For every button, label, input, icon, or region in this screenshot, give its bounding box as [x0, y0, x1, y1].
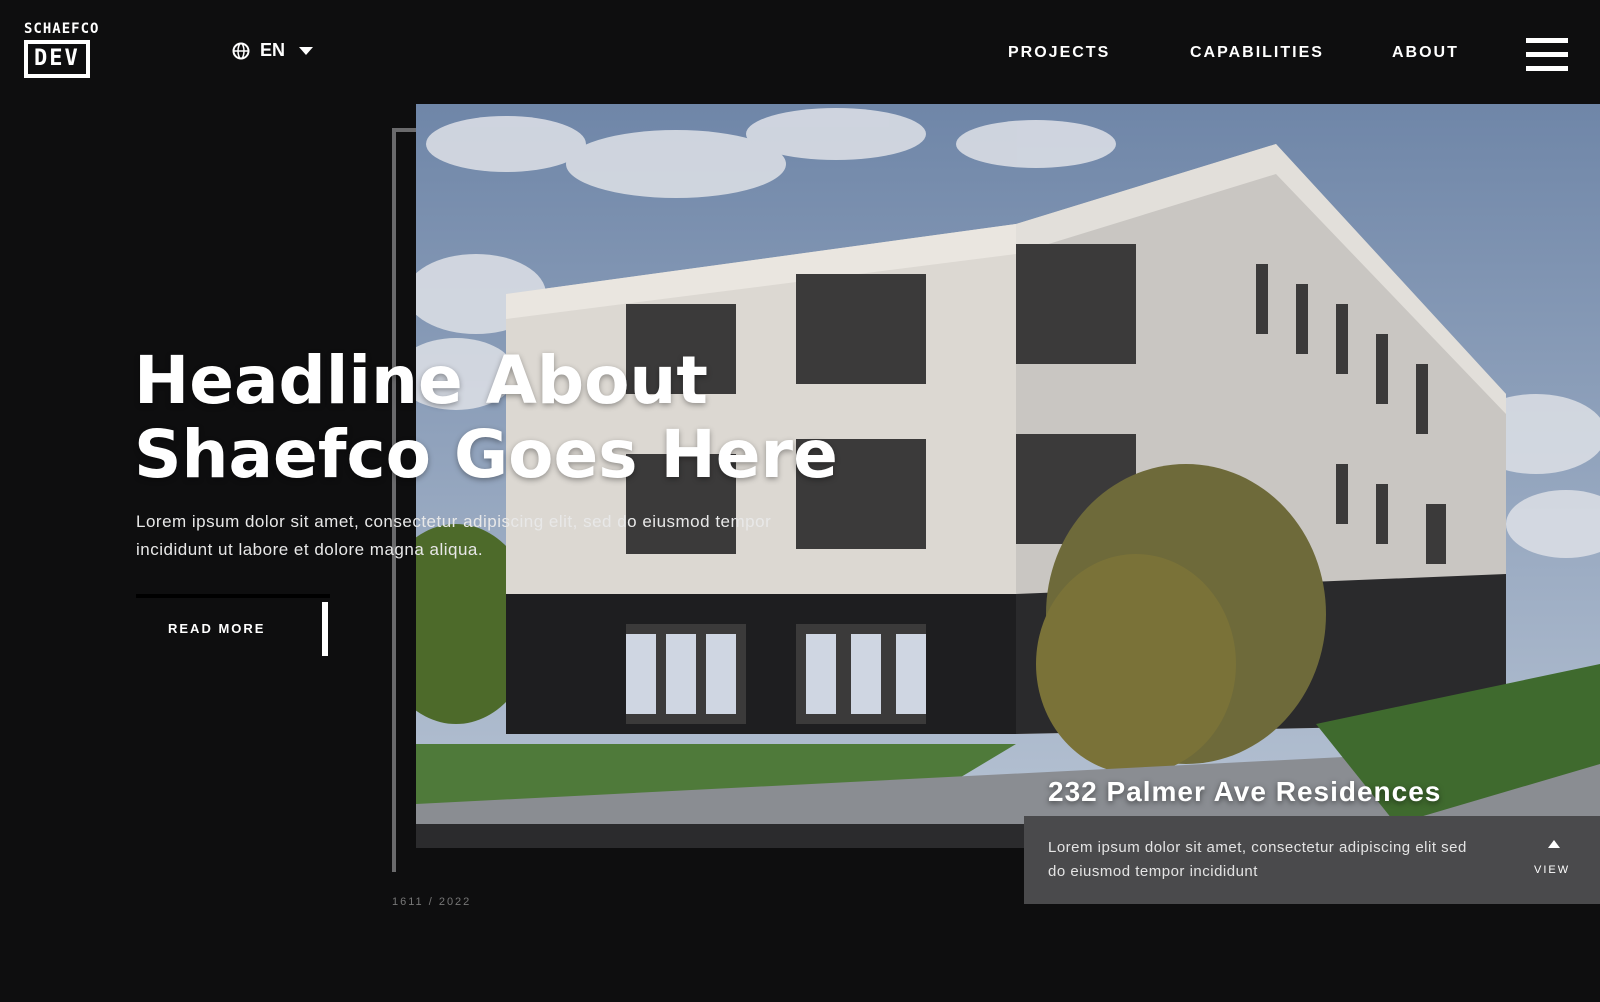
- hamburger-icon[interactable]: [1526, 38, 1568, 72]
- language-label: EN: [260, 40, 286, 60]
- language-selector[interactable]: EN: [232, 40, 314, 61]
- logo-mark: DEV: [24, 40, 90, 78]
- site-header: SCHAEFCO DEV EN PROJECTS CAPABILITIES AB…: [0, 0, 1600, 100]
- hero-headline: Headline About Shaefco Goes Here: [134, 342, 838, 493]
- read-more-button[interactable]: READ MORE: [136, 602, 330, 656]
- read-more-label: READ MORE: [168, 621, 266, 636]
- arrow-up-icon: [1548, 840, 1560, 848]
- cta-accent-bar: [322, 602, 328, 656]
- view-project-button[interactable]: VIEW: [1524, 832, 1584, 888]
- globe-icon: [232, 42, 250, 59]
- frame-accent-line: [392, 128, 396, 872]
- nav-about[interactable]: ABOUT: [1392, 44, 1459, 62]
- nav-projects[interactable]: PROJECTS: [1008, 44, 1110, 62]
- hero-subtext: Lorem ipsum dolor sit amet, consectetur …: [136, 512, 772, 559]
- image-caption: 1611 / 2022: [392, 896, 472, 908]
- chevron-down-icon: [299, 46, 314, 55]
- project-card: Lorem ipsum dolor sit amet, consectetur …: [1024, 816, 1600, 904]
- project-description: Lorem ipsum dolor sit amet, consectetur …: [1048, 839, 1467, 880]
- logo-wordmark: SCHAEFCO: [24, 21, 100, 37]
- cta-rule: [136, 594, 330, 598]
- view-project-label: VIEW: [1534, 864, 1571, 876]
- project-title: 232 Palmer Ave Residences: [1048, 776, 1442, 807]
- logo[interactable]: SCHAEFCO DEV: [24, 22, 194, 88]
- nav-capabilities[interactable]: CAPABILITIES: [1190, 44, 1324, 62]
